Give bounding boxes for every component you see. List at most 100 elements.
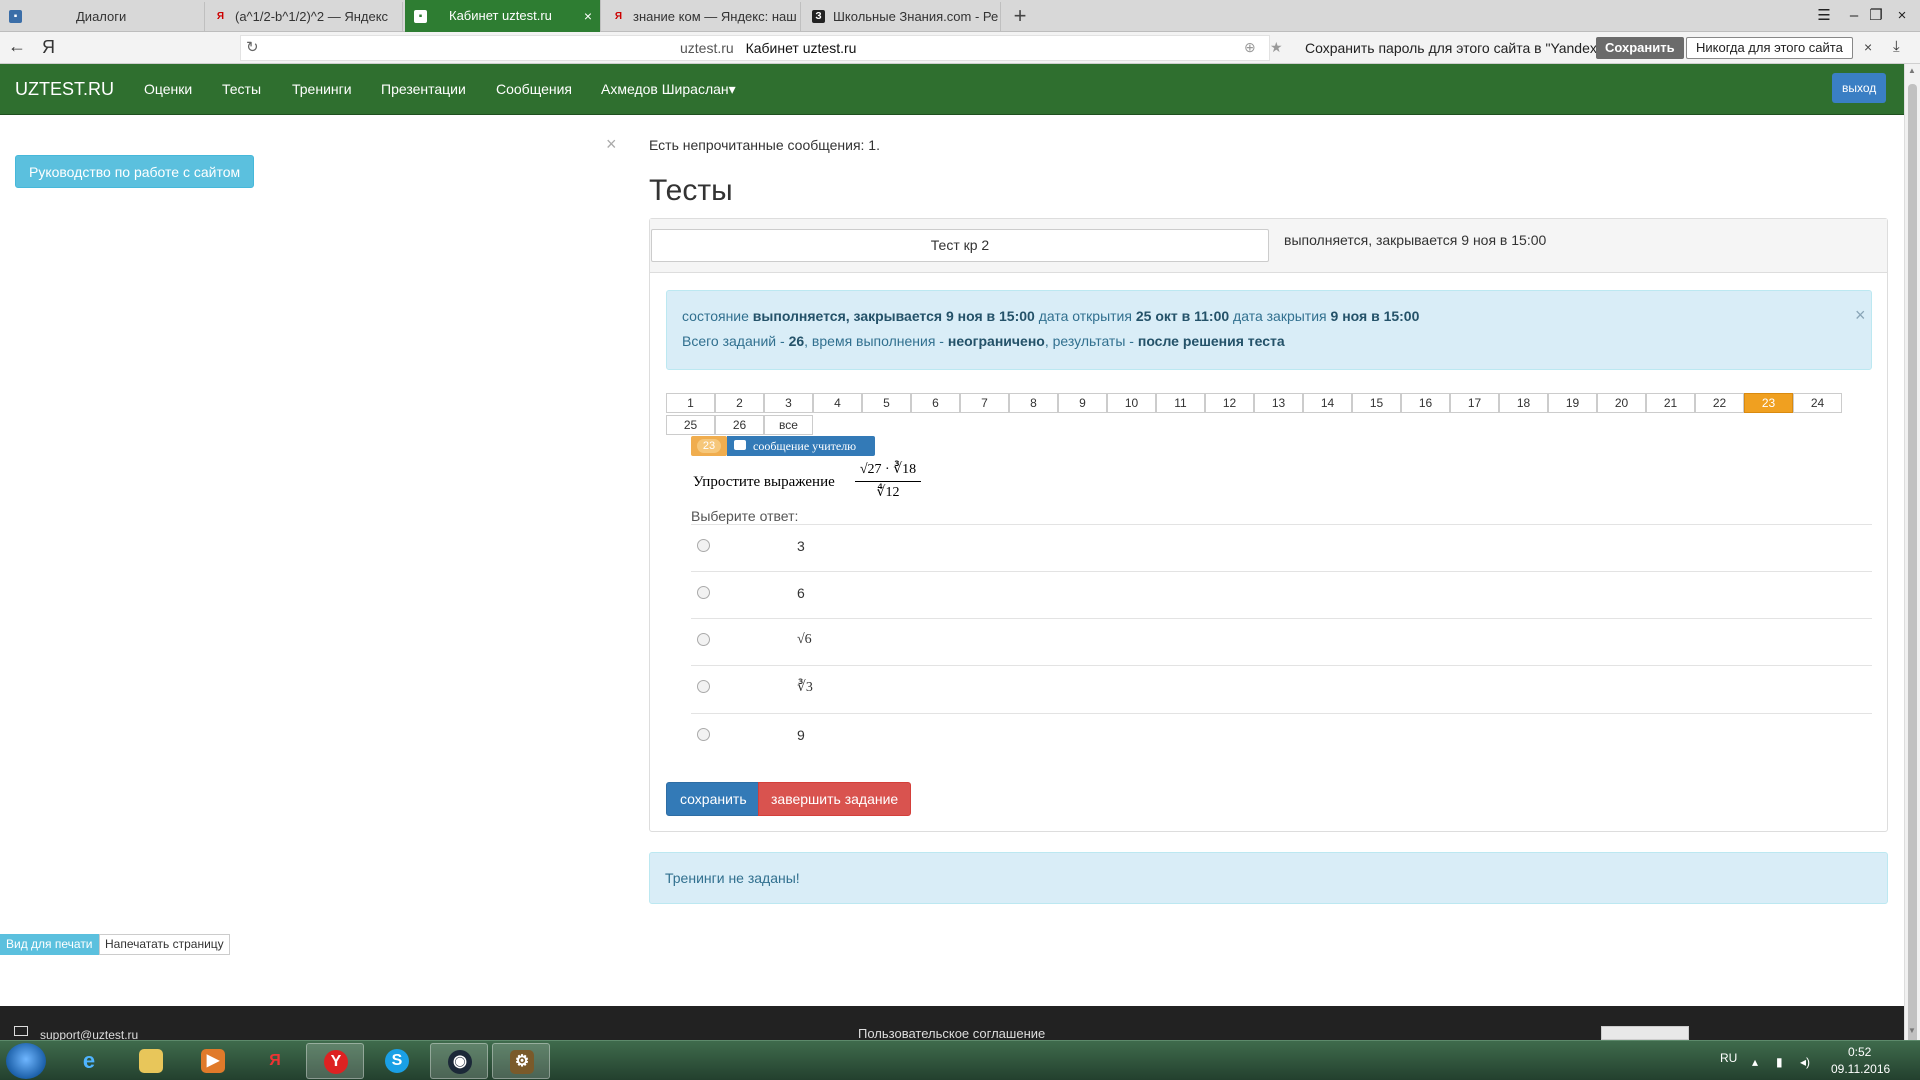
print-page-button[interactable]: Напечатать страницу bbox=[99, 934, 230, 955]
question-link-14[interactable]: 14 bbox=[1303, 393, 1352, 413]
taskbar-skype[interactable]: S bbox=[368, 1043, 426, 1079]
question-link-8[interactable]: 8 bbox=[1009, 393, 1058, 413]
tab-dialogs[interactable]: ▪ Диалоги bbox=[0, 2, 205, 31]
taskbar-yandex-browser[interactable]: Y bbox=[306, 1043, 364, 1079]
nav-trainings[interactable]: Тренинги bbox=[292, 81, 352, 97]
save-button[interactable]: сохранить bbox=[666, 782, 761, 816]
notice-close-icon[interactable]: × bbox=[606, 134, 617, 155]
question-link-24[interactable]: 24 bbox=[1793, 393, 1842, 413]
menu-icon[interactable]: ☰ bbox=[1810, 0, 1838, 32]
tab-uztest[interactable]: ▪ Кабинет uztest.ru × bbox=[405, 0, 601, 32]
ie-icon: e bbox=[82, 1048, 96, 1073]
volume-icon[interactable]: ◂) bbox=[1800, 1055, 1810, 1069]
nav-presentations[interactable]: Презентации bbox=[381, 81, 466, 97]
nav-messages[interactable]: Сообщения bbox=[496, 81, 572, 97]
question-all-link[interactable]: все bbox=[764, 415, 813, 435]
taskbar-yandex[interactable]: Я bbox=[246, 1043, 304, 1079]
yandex-logo-icon[interactable]: Я bbox=[42, 37, 55, 58]
taskbar-game[interactable]: ⚙ bbox=[492, 1043, 550, 1079]
skype-icon: S bbox=[385, 1049, 409, 1073]
logout-button[interactable]: выход bbox=[1832, 73, 1887, 103]
page-title: Тесты bbox=[649, 174, 733, 207]
tab-yandex-znanie[interactable]: Я знание ком — Яндекс: наш bbox=[603, 2, 801, 31]
taskbar-steam[interactable]: ◉ bbox=[430, 1043, 488, 1079]
bookmark-star-icon[interactable]: ★ bbox=[1270, 39, 1283, 56]
download-icon[interactable]: ⤓ bbox=[1893, 38, 1900, 55]
answer-option[interactable]: √6 bbox=[691, 618, 1872, 665]
nav-grades[interactable]: Оценки bbox=[144, 81, 192, 97]
site-counter-badge[interactable] bbox=[1601, 1026, 1689, 1040]
brand-logo[interactable]: UZTEST.RU bbox=[15, 79, 114, 100]
info-close-icon[interactable]: × bbox=[1855, 305, 1866, 326]
test-name-button[interactable]: Тест кр 2 bbox=[651, 229, 1269, 262]
answer-radio[interactable] bbox=[697, 539, 710, 552]
clock-date[interactable]: 09.11.2016 bbox=[1831, 1062, 1890, 1076]
answer-radio[interactable] bbox=[697, 633, 710, 646]
question-link-23[interactable]: 23 bbox=[1744, 393, 1793, 413]
question-link-18[interactable]: 18 bbox=[1499, 393, 1548, 413]
question-link-11[interactable]: 11 bbox=[1156, 393, 1205, 413]
tab-znanija[interactable]: З Школьные Знания.com - Ре bbox=[803, 2, 1001, 31]
save-password-button[interactable]: Сохранить bbox=[1596, 37, 1684, 59]
question-link-16[interactable]: 16 bbox=[1401, 393, 1450, 413]
tray-expand-icon[interactable]: ▴ bbox=[1752, 1055, 1758, 1069]
question-link-17[interactable]: 17 bbox=[1450, 393, 1499, 413]
question-link-10[interactable]: 10 bbox=[1107, 393, 1156, 413]
answer-option[interactable]: ∛3 bbox=[691, 665, 1872, 712]
close-window-icon[interactable]: × bbox=[1888, 0, 1916, 32]
question-link-26[interactable]: 26 bbox=[715, 415, 764, 435]
scrollbar-thumb[interactable] bbox=[1908, 84, 1917, 1049]
scroll-down-icon[interactable]: ▼ bbox=[1908, 1026, 1916, 1035]
close-password-prompt-icon[interactable]: × bbox=[1864, 39, 1872, 55]
taskbar-explorer[interactable] bbox=[122, 1043, 180, 1079]
question-link-21[interactable]: 21 bbox=[1646, 393, 1695, 413]
question-link-1[interactable]: 1 bbox=[666, 393, 715, 413]
nav-user-menu[interactable]: Ахмедов Шираслан▾ bbox=[601, 81, 736, 98]
answer-option[interactable]: 6 bbox=[691, 571, 1872, 618]
question-link-5[interactable]: 5 bbox=[862, 393, 911, 413]
question-link-7[interactable]: 7 bbox=[960, 393, 1009, 413]
question-link-6[interactable]: 6 bbox=[911, 393, 960, 413]
question-link-4[interactable]: 4 bbox=[813, 393, 862, 413]
user-agreement-link[interactable]: Пользовательское соглашение bbox=[858, 1026, 1045, 1041]
print-view-button[interactable]: Вид для печати bbox=[0, 934, 99, 955]
site-guide-button[interactable]: Руководство по работе с сайтом bbox=[15, 155, 255, 188]
taskbar-ie[interactable]: e bbox=[60, 1043, 118, 1079]
question-link-15[interactable]: 15 bbox=[1352, 393, 1401, 413]
formula-denominator: ∜12 bbox=[876, 485, 900, 500]
nav-tests[interactable]: Тесты bbox=[222, 81, 261, 97]
start-button-icon[interactable] bbox=[6, 1043, 46, 1079]
question-link-13[interactable]: 13 bbox=[1254, 393, 1303, 413]
tab-yandex-search[interactable]: Я (a^1/2-b^1/2)^2 — Яндекс bbox=[205, 2, 403, 31]
question-link-25[interactable]: 25 bbox=[666, 415, 715, 435]
question-link-22[interactable]: 22 bbox=[1695, 393, 1744, 413]
answer-radio[interactable] bbox=[697, 586, 710, 599]
back-arrow-icon[interactable]: ← bbox=[8, 36, 26, 57]
never-save-password-button[interactable]: Никогда для этого сайта bbox=[1686, 37, 1853, 59]
question-link-19[interactable]: 19 bbox=[1548, 393, 1597, 413]
clock-time[interactable]: 0:52 bbox=[1848, 1045, 1871, 1059]
answer-option[interactable]: 9 bbox=[691, 713, 1872, 760]
question-link-20[interactable]: 20 bbox=[1597, 393, 1646, 413]
question-link-9[interactable]: 9 bbox=[1058, 393, 1107, 413]
restore-icon[interactable]: ❐ bbox=[1862, 0, 1890, 32]
question-link-12[interactable]: 12 bbox=[1205, 393, 1254, 413]
network-signal-icon[interactable]: ▮ bbox=[1776, 1055, 1783, 1069]
page-scrollbar[interactable]: ▲ ▼ bbox=[1904, 64, 1920, 1049]
finish-task-button[interactable]: завершить задание bbox=[758, 782, 912, 816]
url-text[interactable]: uztest.ru Кабинет uztest.ru bbox=[680, 40, 856, 56]
question-number: 23 bbox=[697, 439, 721, 453]
taskbar-media[interactable]: ▶ bbox=[184, 1043, 242, 1079]
tab-close-icon[interactable]: × bbox=[584, 0, 592, 32]
message-teacher-button[interactable]: сообщение учителю bbox=[727, 436, 875, 456]
question-link-2[interactable]: 2 bbox=[715, 393, 764, 413]
protect-icon[interactable]: ⊕ bbox=[1244, 39, 1256, 56]
language-indicator[interactable]: RU bbox=[1720, 1051, 1737, 1065]
new-tab-button[interactable]: + bbox=[1006, 2, 1034, 30]
answer-option[interactable]: 3 bbox=[691, 524, 1872, 571]
question-link-3[interactable]: 3 bbox=[764, 393, 813, 413]
answer-radio[interactable] bbox=[697, 680, 710, 693]
answer-radio[interactable] bbox=[697, 728, 710, 741]
scroll-up-icon[interactable]: ▲ bbox=[1908, 66, 1916, 75]
reload-icon[interactable]: ↻ bbox=[246, 38, 259, 56]
